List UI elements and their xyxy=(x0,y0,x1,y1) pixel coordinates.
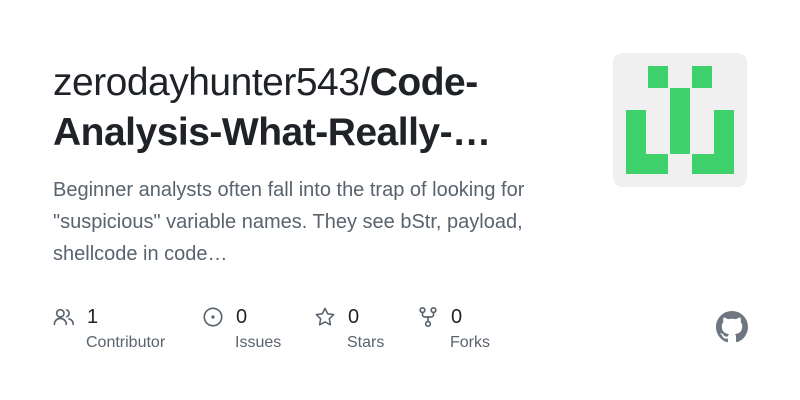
repo-name-line1: Code- xyxy=(369,61,479,104)
repo-owner: zerodayhunter543/ xyxy=(53,61,370,104)
stat-issues[interactable]: 0 Issues xyxy=(202,304,281,364)
stars-label: Stars xyxy=(347,334,385,351)
repo-title[interactable]: zerodayhunter543/Code- Analysis-What-Rea… xyxy=(53,58,573,158)
owner-avatar[interactable] xyxy=(613,53,747,187)
star-icon xyxy=(315,307,335,326)
issues-count: 0 xyxy=(236,305,248,328)
repo-name-line2: Analysis-What-Really-… xyxy=(53,111,491,154)
github-logo-icon[interactable] xyxy=(716,311,748,343)
issues-label: Issues xyxy=(235,334,282,351)
forks-count: 0 xyxy=(451,305,463,328)
forks-label: Forks xyxy=(450,334,490,351)
repo-social-card: zerodayhunter543/Code- Analysis-What-Rea… xyxy=(0,0,800,400)
stat-stars[interactable]: 0 Stars xyxy=(314,304,384,364)
issue-icon xyxy=(203,307,223,327)
stat-contributors[interactable]: 1 Contributor xyxy=(53,304,165,364)
stat-forks[interactable]: 0 Forks xyxy=(417,304,490,364)
contributors-label: Contributor xyxy=(86,334,166,351)
fork-icon xyxy=(419,307,437,327)
people-icon xyxy=(53,308,74,326)
repo-description: Beginner analysts often fall into the tr… xyxy=(53,179,525,265)
stars-count: 0 xyxy=(348,305,360,328)
contributors-count: 1 xyxy=(87,305,99,328)
identicon-icon xyxy=(613,53,747,187)
